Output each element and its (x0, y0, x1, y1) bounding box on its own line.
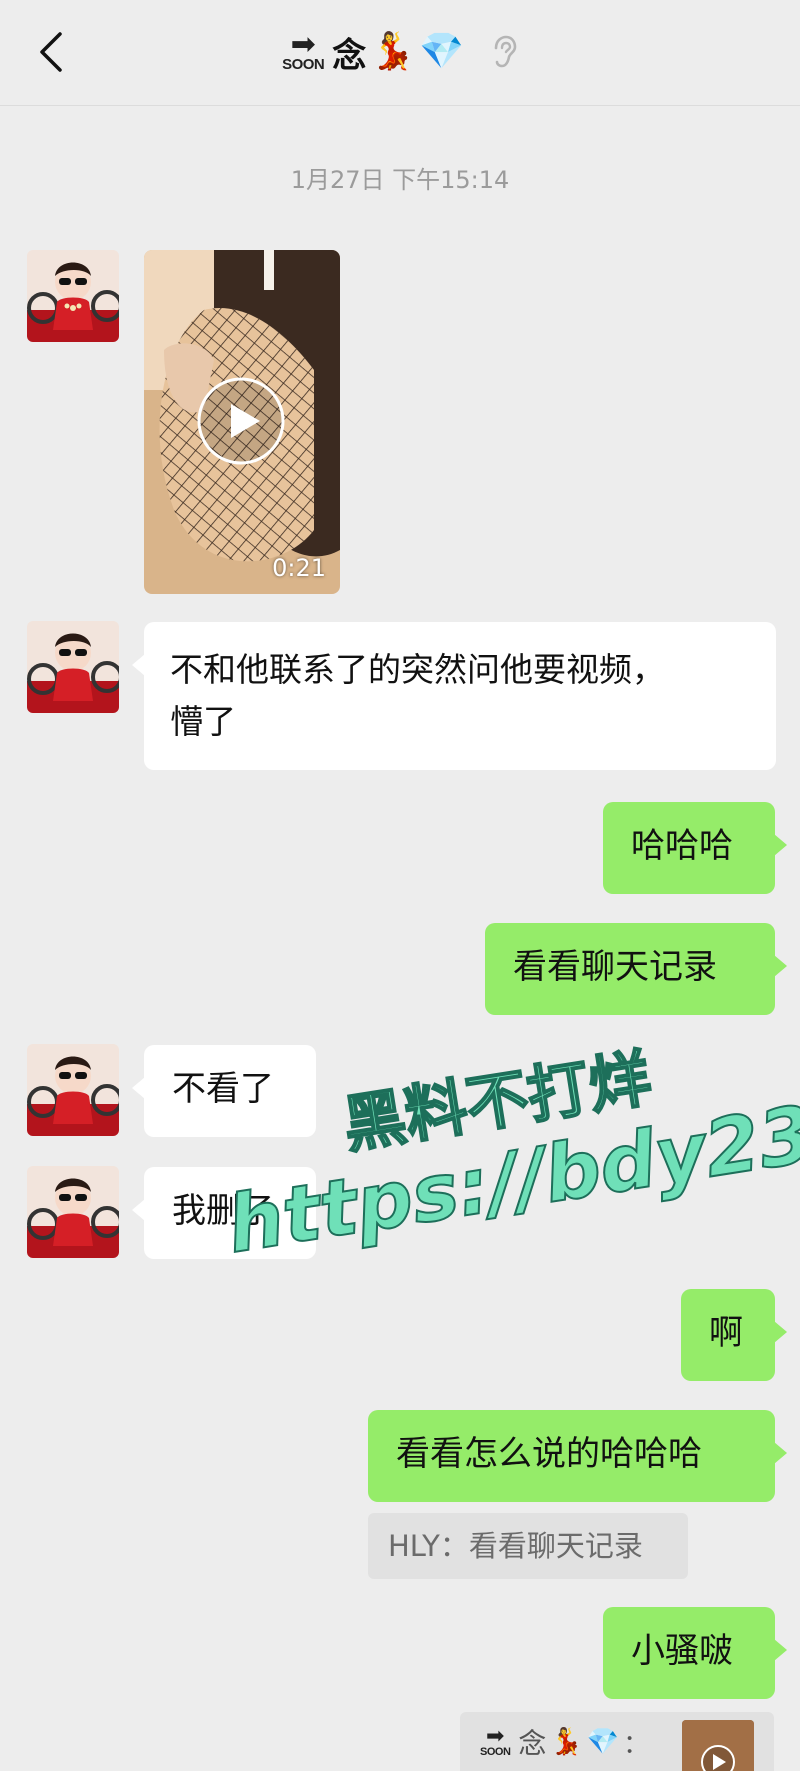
message-bubble-outgoing[interactable]: 啊 (681, 1289, 787, 1381)
message-bubble-outgoing[interactable]: 小骚啵 (603, 1607, 787, 1699)
message-text: 小骚啵 (631, 1631, 733, 1671)
watermark-title: 黑料不打烊 (337, 1040, 657, 1163)
message-bubble-incoming[interactable]: 不和他联系了的突然问他要视频， 懵了 (132, 622, 776, 770)
quoted-message[interactable]: HLY：看看聊天记录 (368, 1513, 688, 1579)
video-duration: 0:21 (272, 554, 326, 582)
dancer-emoji-icon: 💃 (370, 31, 416, 72)
video-message[interactable]: 0:21 (144, 250, 340, 594)
play-icon[interactable] (196, 376, 286, 466)
diamond-emoji-icon: 💎 (419, 31, 464, 72)
message-bubble-outgoing[interactable]: 看看聊天记录 (485, 923, 787, 1015)
message-bubble-outgoing[interactable]: 看看怎么说的哈哈哈 (368, 1410, 787, 1502)
chat-header: ➡ SOON 念 💃 💎 (0, 0, 800, 106)
message-text: 哈哈哈 (631, 826, 733, 866)
contact-avatar[interactable] (27, 1044, 119, 1136)
message-bubble-incoming[interactable]: 我删了 (132, 1167, 316, 1259)
message-text: 懵了 (170, 702, 236, 741)
message-bubble-outgoing[interactable]: 哈哈哈 (603, 802, 787, 894)
message-text: 我删了 (172, 1191, 274, 1231)
message-text: 看看怎么说的哈哈哈 (396, 1434, 702, 1474)
quote-sender: 念 (518, 1727, 547, 1760)
chat-title[interactable]: ➡ SOON 念 💃 💎 (0, 22, 800, 82)
message-text: 啊 (709, 1313, 743, 1353)
contact-avatar[interactable] (27, 1166, 119, 1258)
message-text: 不和他联系了的突然问他要视频， (170, 650, 665, 689)
soon-arrow-icon: ➡ SOON (282, 27, 325, 73)
soon-arrow-icon: ➡ SOON (480, 1723, 511, 1758)
quote-text: HLY：看看聊天记录 (388, 1529, 643, 1563)
quote-separator: ： (623, 1729, 650, 1760)
dancer-emoji-icon: 💃 (550, 1727, 583, 1757)
diamond-emoji-icon: 💎 (586, 1727, 620, 1757)
message-timestamp: 1月27日 下午15:14 (290, 166, 510, 194)
message-text: 看看聊天记录 (513, 947, 717, 987)
quote-video-thumbnail[interactable] (682, 1720, 754, 1771)
message-bubble-incoming[interactable]: 不看了 (132, 1045, 316, 1137)
contact-avatar[interactable] (27, 250, 119, 342)
message-text: 不看了 (172, 1069, 274, 1109)
contact-name: 念 (332, 35, 367, 76)
quoted-video-message[interactable]: ➡ SOON 念 💃 💎 ： (460, 1712, 774, 1771)
ear-icon (490, 34, 518, 70)
contact-avatar[interactable] (27, 621, 119, 713)
